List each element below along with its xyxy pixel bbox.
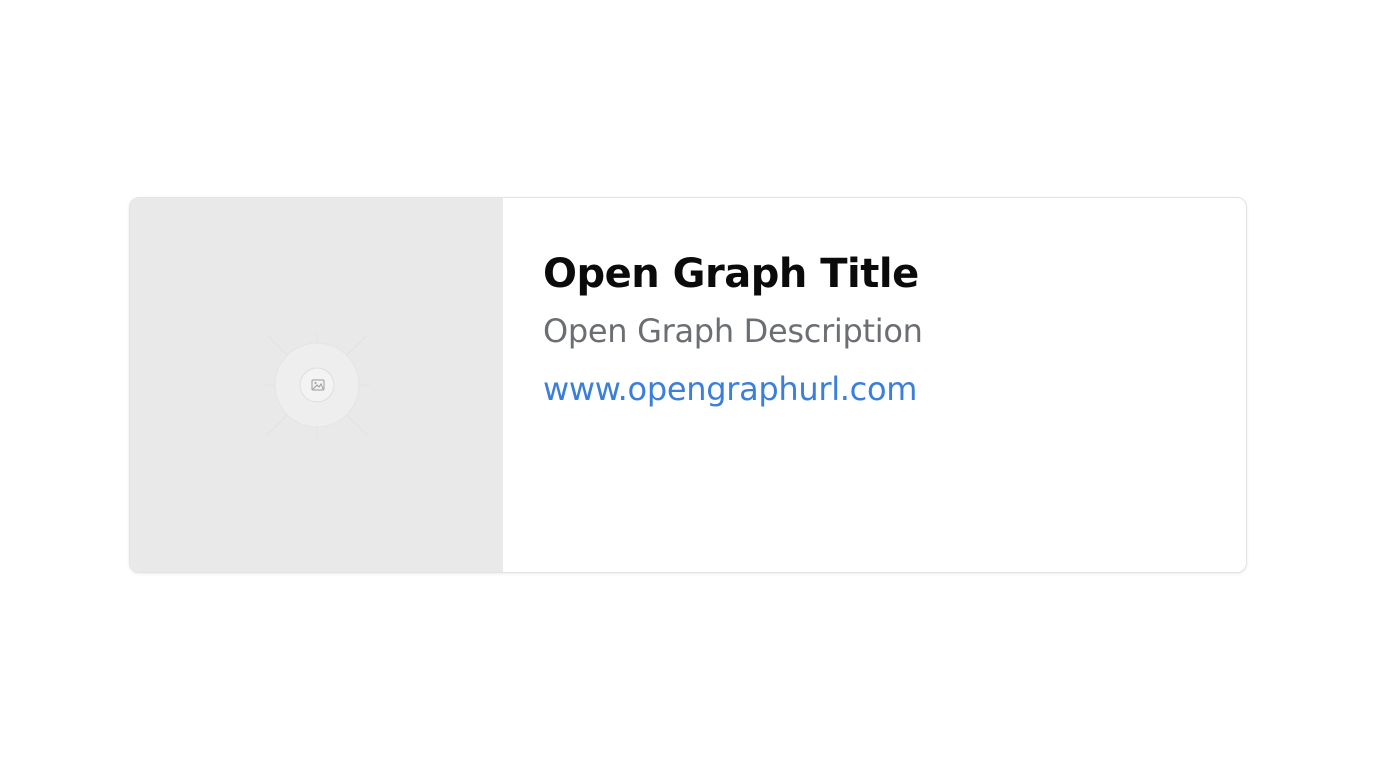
image-placeholder (130, 198, 503, 572)
og-title: Open Graph Title (543, 251, 919, 297)
image-icon (311, 379, 325, 391)
og-description: Open Graph Description (543, 312, 923, 350)
card-content: Open Graph Title Open Graph Description … (503, 198, 1246, 572)
og-url-link[interactable]: www.opengraphurl.com (543, 364, 917, 414)
link-preview-card[interactable]: Open Graph Title Open Graph Description … (129, 197, 1247, 573)
